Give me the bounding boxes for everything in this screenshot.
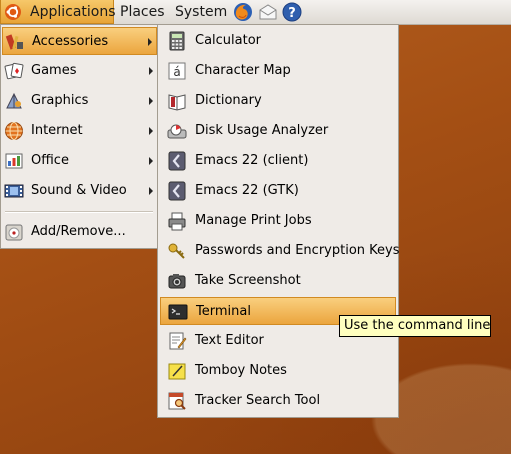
terminal-tooltip: Use the command line [339,315,491,337]
menu-item-label: Emacs 22 (GTK) [195,183,299,198]
emacs-icon [168,181,186,201]
svg-text:?: ? [288,6,296,21]
places-label: Places [120,4,165,20]
dictionary-icon [168,94,186,111]
menu-item-office[interactable]: Office [2,147,157,175]
add-remove-icon [5,224,23,241]
tomboy-notes-icon [168,363,186,380]
menu-separator [5,211,153,213]
mail-icon[interactable] [258,2,278,22]
menu-item-games[interactable]: Games [2,57,157,85]
menu-item-label: Tracker Search Tool [195,393,321,408]
disk-usage-icon [167,124,187,139]
menu-item-emacs-client[interactable]: Emacs 22 (client) [160,147,396,175]
menu-item-passwords-keys[interactable]: Passwords and Encryption Keys [160,237,400,265]
menu-item-label: Manage Print Jobs [195,213,312,228]
menu-item-label: Character Map [195,63,291,78]
camera-icon [168,274,186,289]
calculator-icon [169,31,185,51]
keys-icon [168,243,185,259]
menu-item-internet[interactable]: Internet [2,117,157,145]
menu-item-label: Office [31,153,69,168]
help-icon[interactable]: ? [282,2,302,22]
submenu-arrow-icon [149,127,153,135]
printer-icon [168,212,186,231]
menu-item-accessories[interactable]: Accessories [2,27,157,55]
submenu-arrow-icon [149,67,153,75]
menu-item-label: Internet [31,123,83,138]
applications-menu: Accessories Games Graphics Internet Offi… [0,24,159,249]
menu-item-manage-print-jobs[interactable]: Manage Print Jobs [160,207,396,235]
applications-label: Applications [30,4,116,20]
graphics-icon [6,92,22,109]
sound-video-icon [4,184,24,198]
system-menu-button[interactable]: System [170,0,232,24]
menu-item-label: Terminal [196,304,251,319]
internet-icon [5,122,23,140]
menu-item-label: Sound & Video [31,183,127,198]
emacs-icon [168,151,186,171]
menu-item-label: Graphics [31,93,89,108]
menu-item-graphics[interactable]: Graphics [2,87,157,115]
office-icon [5,153,23,169]
menu-item-label: Passwords and Encryption Keys [195,243,400,258]
menu-item-tracker-search[interactable]: Tracker Search Tool [160,387,396,415]
submenu-arrow-icon [149,97,153,105]
menu-item-add-remove[interactable]: Add/Remove... [2,218,157,246]
text-editor-icon [169,332,187,350]
menu-item-label: Calculator [195,33,262,48]
ubuntu-logo-icon [5,4,21,20]
menu-item-disk-usage-analyzer[interactable]: Disk Usage Analyzer [160,117,396,145]
menu-item-sound-video[interactable]: Sound & Video [2,177,157,205]
submenu-arrow-icon [148,38,152,46]
menu-item-label: Text Editor [195,333,264,348]
svg-text:á: á [173,65,180,79]
submenu-arrow-icon [149,187,153,195]
submenu-arrow-icon [149,157,153,165]
system-label: System [175,4,228,20]
menu-item-label: Disk Usage Analyzer [195,123,329,138]
menu-item-label: Tomboy Notes [195,363,287,378]
menu-item-emacs-gtk[interactable]: Emacs 22 (GTK) [160,177,396,205]
menu-item-tomboy-notes[interactable]: Tomboy Notes [160,357,396,385]
menu-item-character-map[interactable]: á Character Map [160,57,396,85]
menu-item-label: Dictionary [195,93,262,108]
accessories-icon [5,34,23,50]
places-menu-button[interactable]: Places [115,0,170,24]
games-icon [4,62,24,80]
menu-item-label: Take Screenshot [195,273,301,288]
accessories-submenu: Calculator á Character Map Dictionary Di… [157,24,399,418]
menu-item-dictionary[interactable]: Dictionary [160,87,396,115]
firefox-icon[interactable] [233,2,253,22]
applications-menu-button[interactable]: Applications [0,0,116,24]
menu-item-label: Games [31,63,77,78]
tracker-search-icon [168,392,186,410]
menu-item-label: Add/Remove... [31,224,126,239]
terminal-icon [168,304,188,320]
menu-item-take-screenshot[interactable]: Take Screenshot [160,267,396,295]
menu-item-calculator[interactable]: Calculator [160,27,396,55]
top-panel: Applications Places System ? [0,0,511,25]
character-map-icon: á [168,62,186,80]
menu-item-label: Emacs 22 (client) [195,153,309,168]
menu-item-label: Accessories [32,34,109,49]
